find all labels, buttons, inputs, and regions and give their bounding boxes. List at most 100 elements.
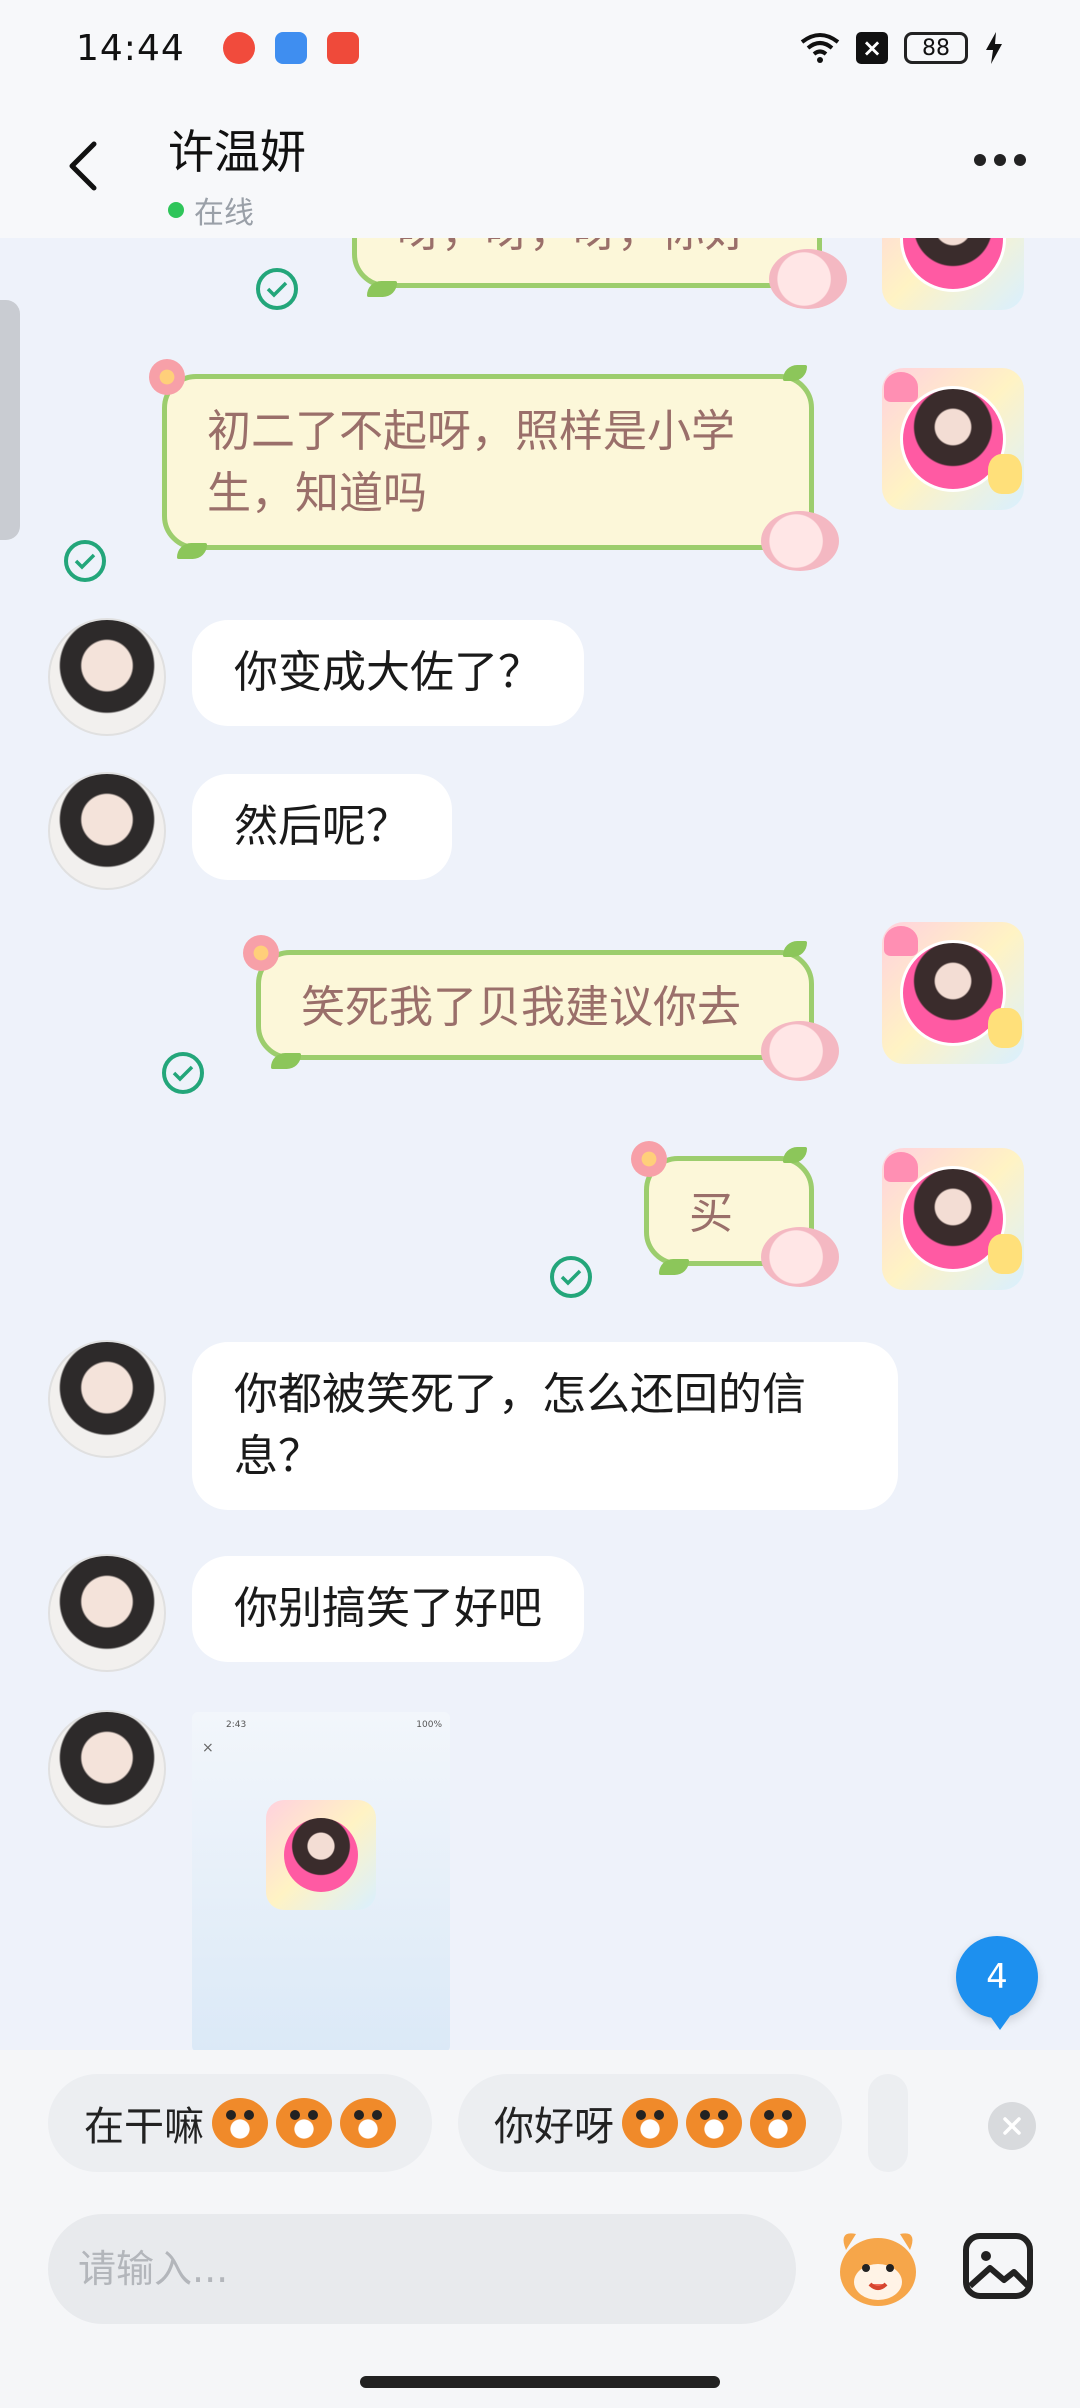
leaf-decoration-icon xyxy=(367,281,397,297)
teapot-decoration-icon xyxy=(761,1021,839,1081)
more-icon-dot xyxy=(994,154,1006,166)
contact-name: 许温妍 xyxy=(168,125,306,179)
leaf-decoration-icon xyxy=(783,941,807,957)
contact-info[interactable]: 许温妍 在线 xyxy=(168,116,306,232)
quick-reply-text: 在干嘛 xyxy=(84,2104,204,2150)
status-time: 14:44 xyxy=(76,27,185,69)
avatar-other[interactable] xyxy=(48,1340,166,1458)
read-check-icon xyxy=(162,1052,204,1094)
wifi-icon xyxy=(800,33,840,63)
compose-row xyxy=(48,2214,1048,2324)
notification-x-icon: × xyxy=(856,32,888,64)
image-mini-battery: 100% xyxy=(416,1720,442,1730)
teapot-decoration-icon xyxy=(761,511,839,571)
message-bubble-self[interactable]: 笑死我了贝我建议你去 xyxy=(243,935,839,1081)
close-quick-replies-button[interactable] xyxy=(988,2102,1036,2150)
teapot-decoration-icon xyxy=(769,249,847,309)
image-picker-button[interactable] xyxy=(960,2228,1038,2306)
message-text: 你别搞笑了好吧 xyxy=(234,1583,542,1634)
character-decoration-icon xyxy=(988,1234,1022,1274)
monkey-emoji-icon xyxy=(750,2098,806,2148)
image-icon xyxy=(963,2233,1033,2299)
avatar-self[interactable] xyxy=(882,368,1024,510)
monkey-emoji-icon xyxy=(276,2098,332,2148)
monkey-emoji-icon xyxy=(686,2098,742,2148)
charging-icon xyxy=(986,32,1002,64)
chat-header: 许温妍 在线 xyxy=(0,96,1080,238)
message-bubble-self[interactable]: 呀，呀，呀，你好 xyxy=(352,238,847,309)
quick-reply-chip[interactable]: 你好呀 xyxy=(458,2074,842,2172)
message-bubble-other[interactable]: 你变成大佐了？ xyxy=(192,620,584,726)
more-icon xyxy=(974,154,986,166)
quick-reply-chip[interactable]: 在干嘛 xyxy=(48,2074,432,2172)
leaf-decoration-icon xyxy=(783,1147,807,1163)
message-text: 买 xyxy=(689,1188,733,1239)
read-check-icon xyxy=(550,1256,592,1298)
leaf-decoration-icon xyxy=(659,1259,689,1275)
image-message[interactable]: 2:43 100% × xyxy=(192,1712,450,2052)
back-button[interactable] xyxy=(58,136,108,196)
message-text: 呀，呀，呀，你好 xyxy=(397,238,749,263)
leaf-decoration-icon xyxy=(177,543,207,559)
avatar-other[interactable] xyxy=(48,1710,166,1828)
character-decoration-icon xyxy=(988,1008,1022,1048)
flower-decoration-icon xyxy=(631,1141,667,1177)
status-app-icons xyxy=(222,32,359,64)
leaf-decoration-icon xyxy=(783,365,807,381)
image-mini-avatar xyxy=(266,1800,376,1910)
flower-decoration-icon xyxy=(149,359,185,395)
battery-indicator: 88 xyxy=(904,32,968,64)
message-text: 然后呢？ xyxy=(234,801,410,852)
input-panel: 在干嘛 你好呀 xyxy=(0,2050,1080,2408)
message-text: 你变成大佐了？ xyxy=(234,647,542,698)
avatar-other[interactable] xyxy=(48,618,166,736)
character-decoration-icon xyxy=(988,454,1022,494)
avatar-self[interactable] xyxy=(882,922,1024,1064)
message-text: 笑死我了贝我建议你去 xyxy=(301,982,741,1033)
more-button[interactable] xyxy=(974,154,1026,166)
home-indicator[interactable] xyxy=(360,2376,720,2388)
image-mini-time: 2:43 xyxy=(226,1720,247,1730)
online-status-text: 在线 xyxy=(194,196,254,231)
sticker-button[interactable] xyxy=(832,2220,924,2312)
message-bubble-other[interactable]: 你都被笑死了，怎么还回的信 息？ xyxy=(192,1342,898,1510)
message-bubble-self[interactable]: 买 xyxy=(631,1141,839,1287)
avatar-other[interactable] xyxy=(48,1554,166,1672)
chevron-left-icon xyxy=(69,141,97,191)
avatar-self[interactable] xyxy=(882,238,1024,310)
monkey-emoji-icon xyxy=(340,2098,396,2148)
monkey-emoji-icon xyxy=(622,2098,678,2148)
cake-decoration-icon xyxy=(884,372,918,402)
close-icon xyxy=(1003,2117,1021,2135)
app-notification-icon xyxy=(274,32,307,64)
more-icon-dot xyxy=(1014,154,1026,166)
quick-reply-row: 在干嘛 你好呀 xyxy=(48,2074,908,2172)
cake-decoration-icon xyxy=(884,1152,918,1182)
monkey-emoji-icon xyxy=(212,2098,268,2148)
leaf-decoration-icon xyxy=(271,1053,301,1069)
video-app-icon xyxy=(326,32,359,64)
message-input[interactable] xyxy=(48,2214,796,2324)
quick-reply-text: 你好呀 xyxy=(494,2104,614,2150)
quick-reply-chip-partial[interactable] xyxy=(868,2074,908,2172)
message-text-line: 初二了不起呀，照样是小学 xyxy=(207,406,735,457)
message-text-line: 生，知道吗 xyxy=(207,468,427,519)
message-bubble-other[interactable]: 你别搞笑了好吧 xyxy=(192,1556,584,1662)
message-text-line: 息？ xyxy=(234,1431,322,1482)
app-notification-icon xyxy=(222,32,255,64)
read-check-icon xyxy=(256,268,298,310)
avatar-other[interactable] xyxy=(48,772,166,890)
message-text-line: 你都被笑死了，怎么还回的信 xyxy=(234,1369,806,1420)
avatar-self[interactable] xyxy=(882,1148,1024,1290)
image-mini-close-icon: × xyxy=(202,1740,214,1756)
message-list[interactable]: 呀，呀，呀，你好 初二了不起呀，照样是小学 生，知道吗 你变成大佐了？ 然后呢？ xyxy=(0,238,1080,2050)
unread-count-badge[interactable]: 4 xyxy=(956,1936,1038,2030)
online-dot-icon xyxy=(168,202,184,218)
online-status: 在线 xyxy=(168,188,306,232)
flower-decoration-icon xyxy=(243,935,279,971)
status-bar: 14:44 × 88 xyxy=(0,0,1080,96)
message-bubble-other[interactable]: 然后呢？ xyxy=(192,774,452,880)
read-check-icon xyxy=(64,540,106,582)
cake-decoration-icon xyxy=(884,926,918,956)
message-bubble-self[interactable]: 初二了不起呀，照样是小学 生，知道吗 xyxy=(149,359,839,571)
